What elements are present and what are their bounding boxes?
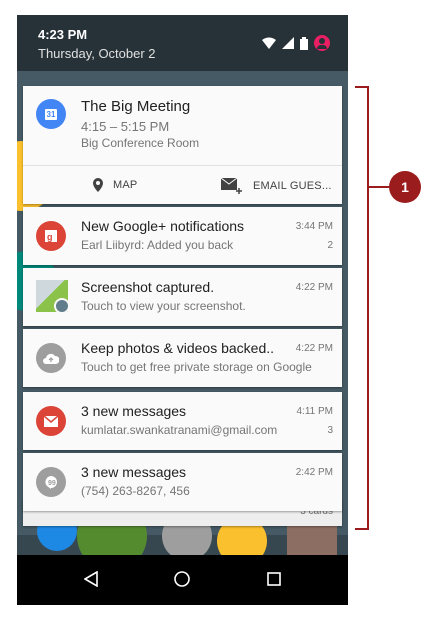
- notification-title: New Google+ notifications: [81, 218, 245, 234]
- notification-calendar[interactable]: 31 The Big Meeting 4:15 – 5:15 PM Big Co…: [23, 86, 342, 204]
- email-add-icon: [221, 178, 242, 194]
- signal-icon: [282, 37, 294, 49]
- svg-text:g: g: [47, 232, 53, 242]
- calendar-icon: 31: [36, 99, 66, 129]
- notification-count: 2: [327, 240, 333, 251]
- callout-bracket: [355, 86, 369, 530]
- status-time: 4:23 PM: [38, 27, 88, 42]
- phone-screen: 4:23 PM Thursday, October 2 31 The Big M…: [17, 15, 348, 605]
- notification-text: Earl Liibyrd: Added you back: [81, 238, 234, 252]
- notification-screenshot[interactable]: Screenshot captured. Touch to view your …: [23, 268, 342, 326]
- battery-icon: [300, 36, 308, 50]
- notification-time: 4:22 PM: [295, 343, 333, 354]
- notification-time: 2:42 PM: [295, 467, 333, 478]
- gmail-glyph: [44, 415, 58, 427]
- back-icon[interactable]: [79, 567, 103, 591]
- recents-icon[interactable]: [262, 567, 286, 591]
- hangouts-glyph: 99: [45, 476, 57, 489]
- event-location: Big Conference Room: [81, 136, 200, 150]
- notification-text: Touch to view your screenshot.: [81, 299, 246, 313]
- event-time: 4:15 – 5:15 PM: [81, 119, 170, 134]
- email-guests-action-button[interactable]: EMAIL GUES...: [221, 178, 332, 194]
- notification-actions: MAP EMAIL GUES...: [23, 165, 342, 206]
- gmail-icon: [36, 406, 66, 436]
- notification-title: 3 new messages: [81, 403, 187, 419]
- notification-title: Screenshot captured.: [81, 279, 215, 295]
- cloud-upload-icon: [36, 343, 66, 373]
- google-plus-glyph: g: [45, 230, 57, 242]
- notification-hangouts[interactable]: 99 3 new messages (754) 263-8267, 456 2:…: [23, 453, 342, 511]
- status-bar: 4:23 PM Thursday, October 2: [17, 15, 348, 71]
- notification-time: 3:44 PM: [295, 221, 333, 232]
- google-plus-icon: g: [36, 221, 66, 251]
- screenshot-thumbnail: [36, 280, 68, 312]
- wifi-icon: [262, 37, 276, 49]
- notification-title: The Big Meeting: [81, 98, 191, 115]
- notification-gmail[interactable]: 3 new messages kumlatar.swankatranami@gm…: [23, 392, 342, 450]
- notification-photo-backup[interactable]: Keep photos & videos backed.. Touch to g…: [23, 329, 342, 387]
- email-guests-label: EMAIL GUES...: [253, 180, 332, 192]
- location-pin-icon: [93, 178, 103, 192]
- map-action-label: MAP: [113, 179, 138, 191]
- notification-time: 4:22 PM: [295, 282, 333, 293]
- notification-count: 3: [327, 425, 333, 436]
- navigation-bar: [17, 555, 348, 605]
- status-icons: [262, 35, 330, 51]
- account-icon[interactable]: [314, 35, 330, 51]
- home-icon[interactable]: [170, 567, 194, 591]
- notification-text: kumlatar.swankatranami@gmail.com: [81, 423, 278, 437]
- hangouts-icon: 99: [36, 467, 66, 497]
- notification-title: Keep photos & videos backed..: [81, 340, 275, 356]
- notification-title: 3 new messages: [81, 464, 187, 480]
- notification-google-plus[interactable]: g New Google+ notifications Earl Liibyrd…: [23, 207, 342, 265]
- status-date: Thursday, October 2: [38, 46, 156, 61]
- callout-leader: [369, 186, 389, 188]
- cloud-glyph: [43, 353, 59, 364]
- notification-text: (754) 263-8267, 456: [81, 484, 190, 498]
- svg-text:99: 99: [48, 480, 56, 487]
- callout-badge: 1: [389, 171, 421, 203]
- map-action-button[interactable]: MAP: [93, 178, 137, 192]
- calendar-icon-day: 31: [44, 108, 58, 120]
- notification-time: 4:11 PM: [296, 406, 334, 417]
- notification-text: Touch to get free private storage on Goo…: [81, 360, 312, 374]
